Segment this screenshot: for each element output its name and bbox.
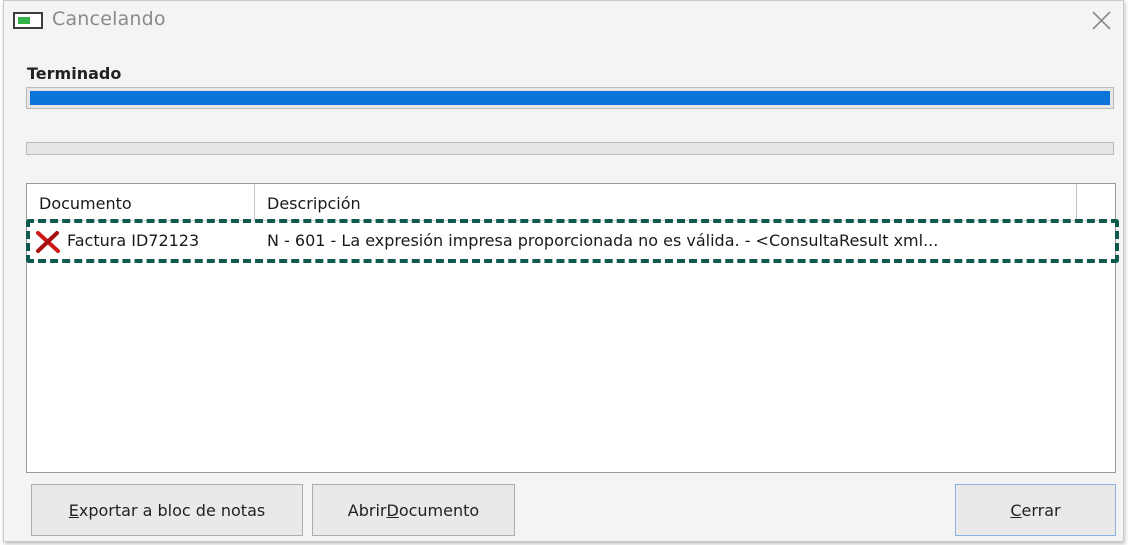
column-header-extra[interactable] bbox=[1077, 184, 1115, 220]
list-item[interactable]: Factura ID72123 N - 601 - La expresión i… bbox=[27, 222, 1115, 258]
secondary-progress-bar bbox=[26, 142, 1114, 155]
title-bar[interactable]: Cancelando bbox=[4, 1, 1123, 41]
window-app-icon bbox=[13, 12, 43, 29]
main-progress-bar bbox=[26, 87, 1114, 109]
list-header: Documento Descripción bbox=[27, 184, 1115, 221]
close-icon[interactable] bbox=[1089, 6, 1113, 34]
close-button[interactable]: Cerrar bbox=[955, 484, 1116, 536]
export-label-accel: E bbox=[68, 500, 79, 520]
export-label-post: xportar a bloc de notas bbox=[78, 500, 266, 520]
column-header-descripcion[interactable]: Descripción bbox=[255, 184, 1077, 220]
export-notepad-button[interactable]: Exportar a bloc de notas bbox=[31, 484, 303, 536]
cancel-dialog: Cancelando Terminado Documento Descripci… bbox=[3, 0, 1124, 542]
open-label-post: ocumento bbox=[398, 500, 480, 520]
open-label-pre: Abrir bbox=[347, 500, 387, 520]
window-title: Cancelando bbox=[52, 8, 166, 30]
row-descripcion: N - 601 - La expresión impresa proporcio… bbox=[267, 231, 939, 250]
results-list[interactable]: Documento Descripción Factura ID72123 N … bbox=[26, 183, 1116, 473]
close-label-post: errar bbox=[1021, 500, 1061, 520]
status-label: Terminado bbox=[27, 64, 122, 83]
close-label-accel: C bbox=[1010, 500, 1022, 520]
row-documento: Factura ID72123 bbox=[67, 231, 200, 250]
open-label-accel: D bbox=[386, 500, 399, 520]
open-document-button[interactable]: Abrir Documento bbox=[312, 484, 515, 536]
column-header-documento[interactable]: Documento bbox=[27, 184, 255, 220]
error-x-icon bbox=[35, 230, 61, 254]
main-progress-fill bbox=[30, 91, 1110, 105]
